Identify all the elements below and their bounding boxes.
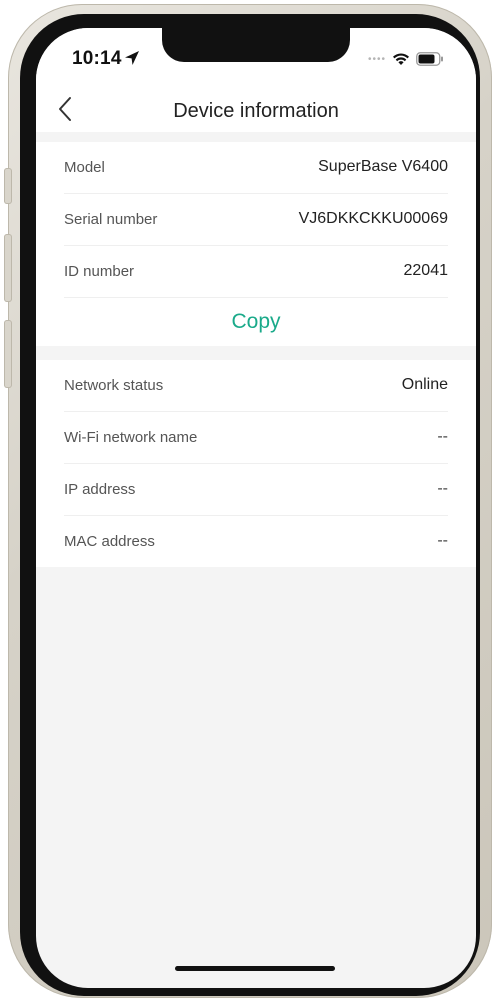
wifi-name-value: -- (437, 428, 448, 445)
phone-notch (162, 28, 350, 62)
battery-icon (416, 52, 443, 66)
device-info-section: Model SuperBase V6400 Serial number VJ6D… (36, 142, 476, 346)
phone-side-button (4, 168, 12, 204)
model-row: Model SuperBase V6400 (64, 142, 448, 194)
serial-number-label: Serial number (64, 211, 158, 228)
page-title: Device information (173, 100, 339, 122)
model-label: Model (64, 159, 105, 176)
id-number-row: ID number 22041 (64, 246, 448, 298)
canvas: 10:14 •••• Device information Model Supe… (0, 0, 496, 1001)
ip-address-label: IP address (64, 481, 136, 498)
navigation-bar: Device information (36, 92, 476, 132)
mac-address-label: MAC address (64, 533, 155, 550)
status-icons: •••• (368, 50, 444, 68)
wifi-name-row: Wi-Fi network name -- (64, 412, 448, 464)
id-number-value: 22041 (403, 262, 449, 279)
phone-volume-up-button (4, 234, 12, 302)
phone-volume-down-button (4, 320, 12, 388)
serial-number-value: VJ6DKKCKKU00069 (298, 210, 448, 227)
ip-address-value: -- (437, 480, 448, 497)
mac-address-row: MAC address -- (64, 516, 448, 567)
signal-icon: •••• (367, 53, 386, 65)
serial-number-row: Serial number VJ6DKKCKKU00069 (64, 194, 448, 246)
ip-address-row: IP address -- (64, 464, 448, 516)
screen: 10:14 •••• Device information Model Supe… (36, 28, 476, 988)
location-arrow-icon (125, 51, 139, 65)
home-indicator[interactable] (175, 966, 335, 971)
network-info-section: Network status Online Wi-Fi network name… (36, 360, 476, 567)
network-status-row: Network status Online (64, 360, 448, 412)
status-time: 10:14 (72, 48, 122, 69)
network-status-label: Network status (64, 377, 164, 394)
copy-button[interactable]: Copy (36, 298, 476, 346)
id-number-label: ID number (64, 263, 135, 280)
model-value: SuperBase V6400 (318, 158, 448, 175)
network-status-value: Online (401, 376, 448, 393)
wifi-name-label: Wi-Fi network name (64, 429, 198, 446)
mac-address-value: -- (437, 532, 448, 549)
wifi-icon (393, 53, 409, 65)
